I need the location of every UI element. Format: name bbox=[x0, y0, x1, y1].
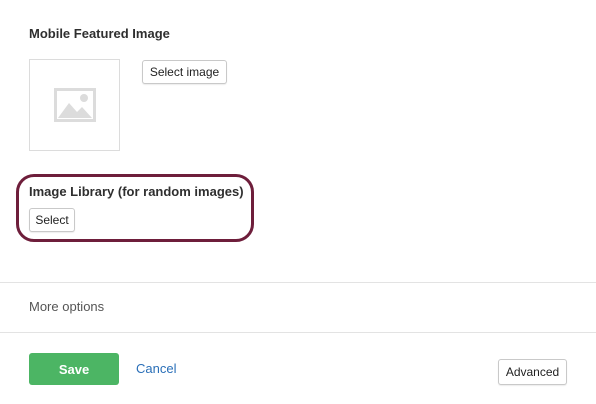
more-options-toggle[interactable]: More options bbox=[29, 299, 104, 314]
divider bbox=[0, 332, 596, 333]
select-image-button[interactable]: Select image bbox=[142, 60, 227, 84]
settings-panel: Mobile Featured Image Select image Image… bbox=[0, 0, 596, 404]
mobile-featured-image-title: Mobile Featured Image bbox=[29, 26, 170, 41]
image-placeholder-icon bbox=[53, 88, 96, 122]
image-library-select-button[interactable]: Select bbox=[29, 208, 75, 232]
advanced-button[interactable]: Advanced bbox=[498, 359, 567, 385]
save-button[interactable]: Save bbox=[29, 353, 119, 385]
divider bbox=[0, 282, 596, 283]
image-library-title: Image Library (for random images) bbox=[29, 184, 244, 199]
cancel-link[interactable]: Cancel bbox=[136, 361, 176, 376]
image-preview-box[interactable] bbox=[29, 59, 120, 151]
